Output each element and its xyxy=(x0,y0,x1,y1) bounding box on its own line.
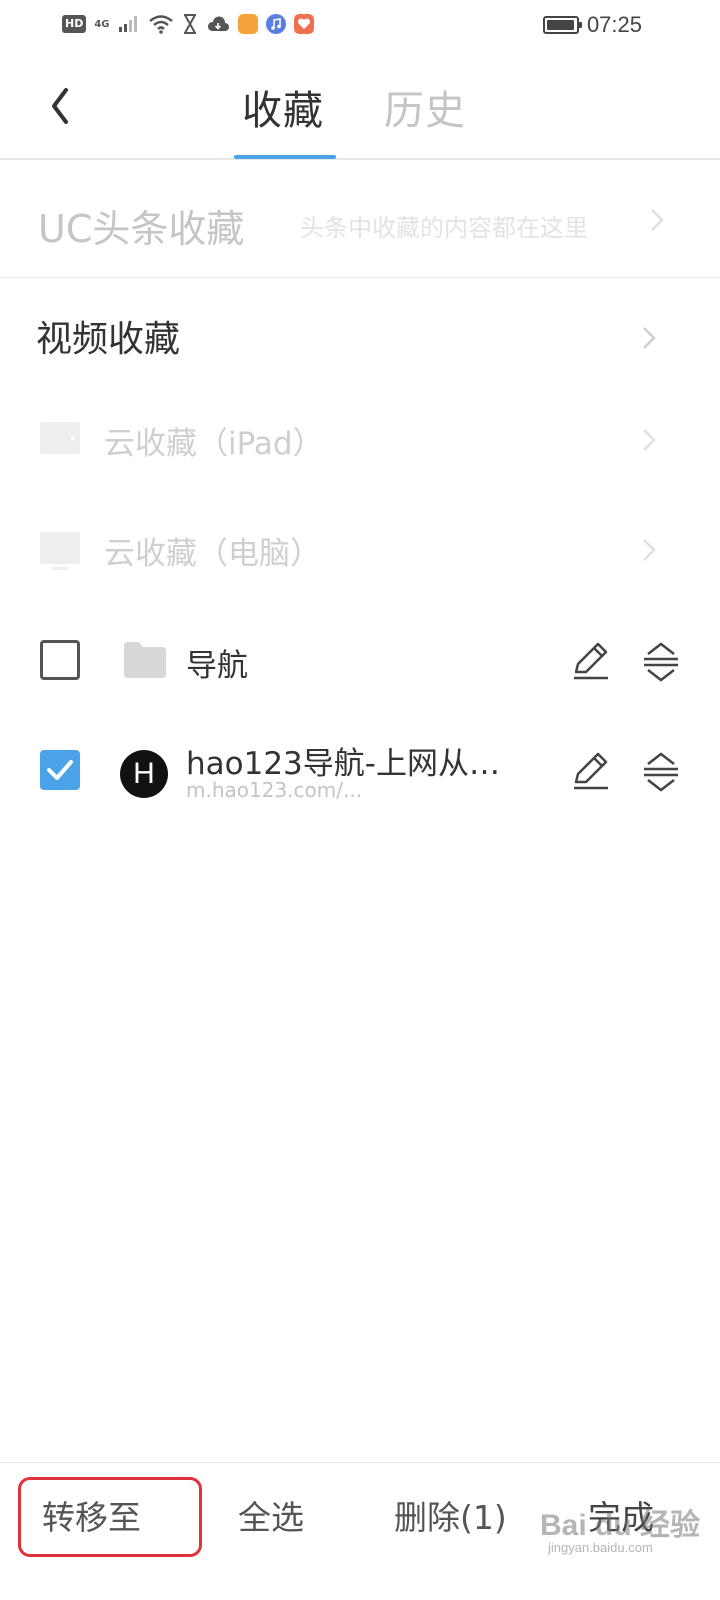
video-favorites-title: 视频收藏 xyxy=(36,319,181,360)
edit-icon[interactable] xyxy=(570,750,612,792)
uc-favorites-row[interactable]: UC头条收藏 头条中收藏的内容都在这里 xyxy=(0,162,720,278)
status-bar: HD 4G 07:25 xyxy=(0,0,720,56)
back-button[interactable] xyxy=(44,84,84,128)
tablet-icon xyxy=(40,422,80,454)
reorder-icon[interactable] xyxy=(640,750,682,792)
delete-button[interactable]: 删除(1) xyxy=(394,1491,507,1539)
music-icon xyxy=(265,14,286,34)
bottom-action-bar: 转移至 全选 删除(1) 完成 xyxy=(0,1462,720,1600)
tab-active-indicator xyxy=(234,155,336,159)
site-avatar: H xyxy=(120,750,168,798)
tab-history[interactable]: 历史 xyxy=(384,78,466,136)
status-icons-left: HD 4G xyxy=(62,14,314,34)
wifi-icon xyxy=(148,15,173,34)
folder-icon xyxy=(124,642,166,678)
cloud-favorites-pc-row[interactable]: 云收藏（电脑） xyxy=(0,500,720,600)
status-icons-right: 07:25 xyxy=(542,12,642,38)
uc-favorites-title: UC头条收藏 xyxy=(38,207,245,251)
health-icon xyxy=(293,14,314,34)
chevron-right-icon xyxy=(643,327,656,349)
edit-icon[interactable] xyxy=(570,640,612,682)
cloud-download-icon xyxy=(207,16,229,31)
cloud-favorites-label: 云收藏（电脑） xyxy=(104,536,321,572)
hourglass-icon xyxy=(183,14,196,34)
header: 收藏 历史 xyxy=(0,56,720,160)
network-type: 4G xyxy=(94,18,110,30)
done-button[interactable]: 完成 xyxy=(588,1491,654,1539)
select-all-button[interactable]: 全选 xyxy=(238,1491,304,1539)
folder-title[interactable]: 导航 xyxy=(186,640,248,685)
chevron-right-icon xyxy=(643,429,656,451)
monitor-icon xyxy=(40,532,80,570)
checkmark-icon xyxy=(47,760,73,780)
network-badge: HD xyxy=(62,15,87,33)
chevron-right-icon xyxy=(651,209,664,231)
chevron-left-icon xyxy=(52,88,68,124)
item-checkbox-checked[interactable] xyxy=(40,750,80,790)
chevron-right-icon xyxy=(643,539,656,561)
battery-level xyxy=(546,20,574,30)
tab-favorites[interactable]: 收藏 xyxy=(242,78,324,136)
bookmark-title[interactable]: hao123导航-上网从… xyxy=(186,738,526,783)
uc-favorites-description: 头条中收藏的内容都在这里 xyxy=(300,214,588,242)
move-to-button[interactable]: 转移至 xyxy=(42,1491,141,1539)
signal-icon xyxy=(118,16,137,32)
app-orange-icon xyxy=(237,14,258,34)
reorder-icon[interactable] xyxy=(640,640,682,682)
cloud-favorites-ipad-row[interactable]: 云收藏（iPad） xyxy=(0,390,720,490)
bookmark-url: m.hao123.com/... xyxy=(186,778,363,802)
battery-icon xyxy=(542,16,582,34)
cloud-favorites-label: 云收藏（iPad） xyxy=(104,426,324,462)
clock: 07:25 xyxy=(586,12,642,37)
item-checkbox[interactable] xyxy=(40,640,80,680)
